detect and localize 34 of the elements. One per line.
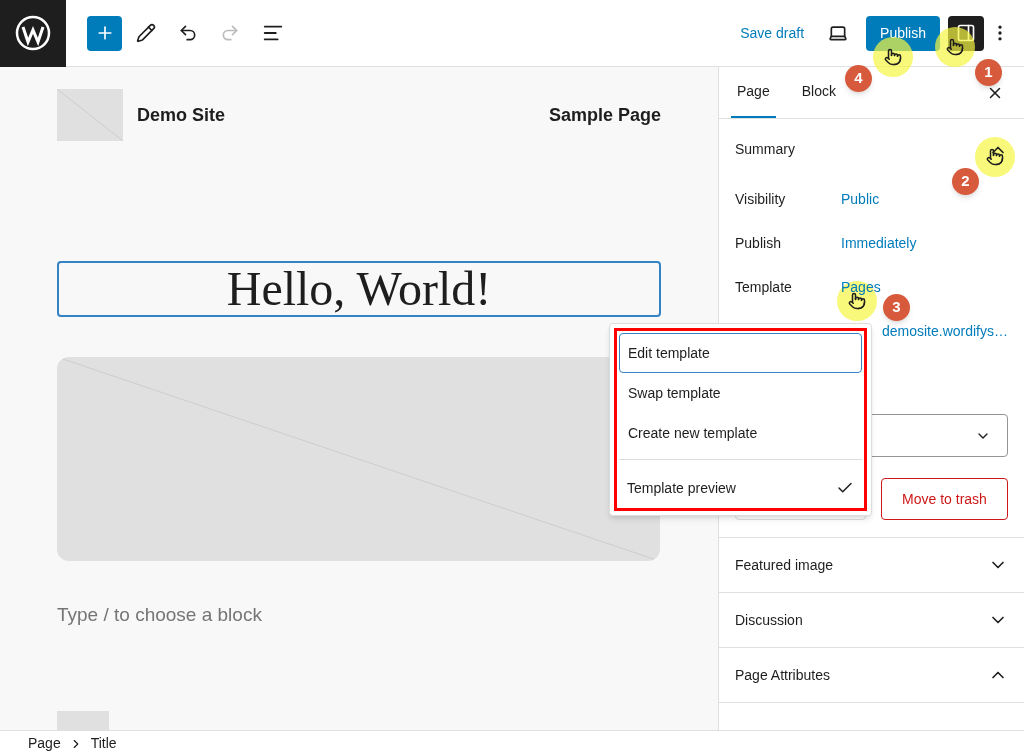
menu-toggle-item[interactable]: Template preview <box>619 470 862 506</box>
hand-cursor-icon <box>986 148 1004 166</box>
site-logo <box>57 89 123 141</box>
sidebar-tab[interactable]: Page <box>731 67 776 118</box>
save-draft-button[interactable]: Save draft <box>732 22 813 44</box>
menu-item[interactable]: Edit template <box>619 333 862 373</box>
field-label: Template <box>735 277 793 297</box>
url-link[interactable]: demosite.wordifys… <box>881 320 1008 342</box>
undo-icon[interactable] <box>178 23 198 43</box>
panel-title[interactable]: Featured image <box>735 554 834 576</box>
panel-title[interactable]: Discussion <box>735 609 803 631</box>
sidebar-tab[interactable]: Block <box>795 67 842 118</box>
menu-item[interactable]: Swap template <box>619 373 862 413</box>
field-value-link[interactable]: Public <box>839 188 882 210</box>
site-title: Demo Site <box>137 103 226 127</box>
wordpress-logo-icon[interactable] <box>0 0 66 67</box>
field-label: Visibility <box>735 189 787 209</box>
move-to-trash-button[interactable]: Move to trash <box>881 478 1008 520</box>
add-block-button[interactable] <box>87 15 122 51</box>
pencil-icon[interactable] <box>136 23 156 43</box>
nav-link[interactable]: Sample Page <box>548 101 661 129</box>
block-placeholder[interactable]: Type / to choose a block <box>57 600 661 630</box>
breadcrumb-link[interactable]: Title <box>90 733 117 754</box>
hand-cursor-icon <box>946 38 964 56</box>
panel-title[interactable]: Page Attributes <box>735 664 830 686</box>
menu-item[interactable]: Create new template <box>619 413 862 453</box>
laptop-icon[interactable] <box>828 23 849 43</box>
field-label: Publish <box>735 233 782 253</box>
title-field[interactable]: Hello, World! <box>57 261 661 317</box>
hand-cursor-icon <box>884 48 902 66</box>
field-value-link[interactable]: Immediately <box>839 232 919 254</box>
panel-title[interactable]: Summary <box>735 139 795 160</box>
breadcrumb-link[interactable]: Page <box>28 733 61 754</box>
field-value-link[interactable]: Pages <box>839 276 883 298</box>
